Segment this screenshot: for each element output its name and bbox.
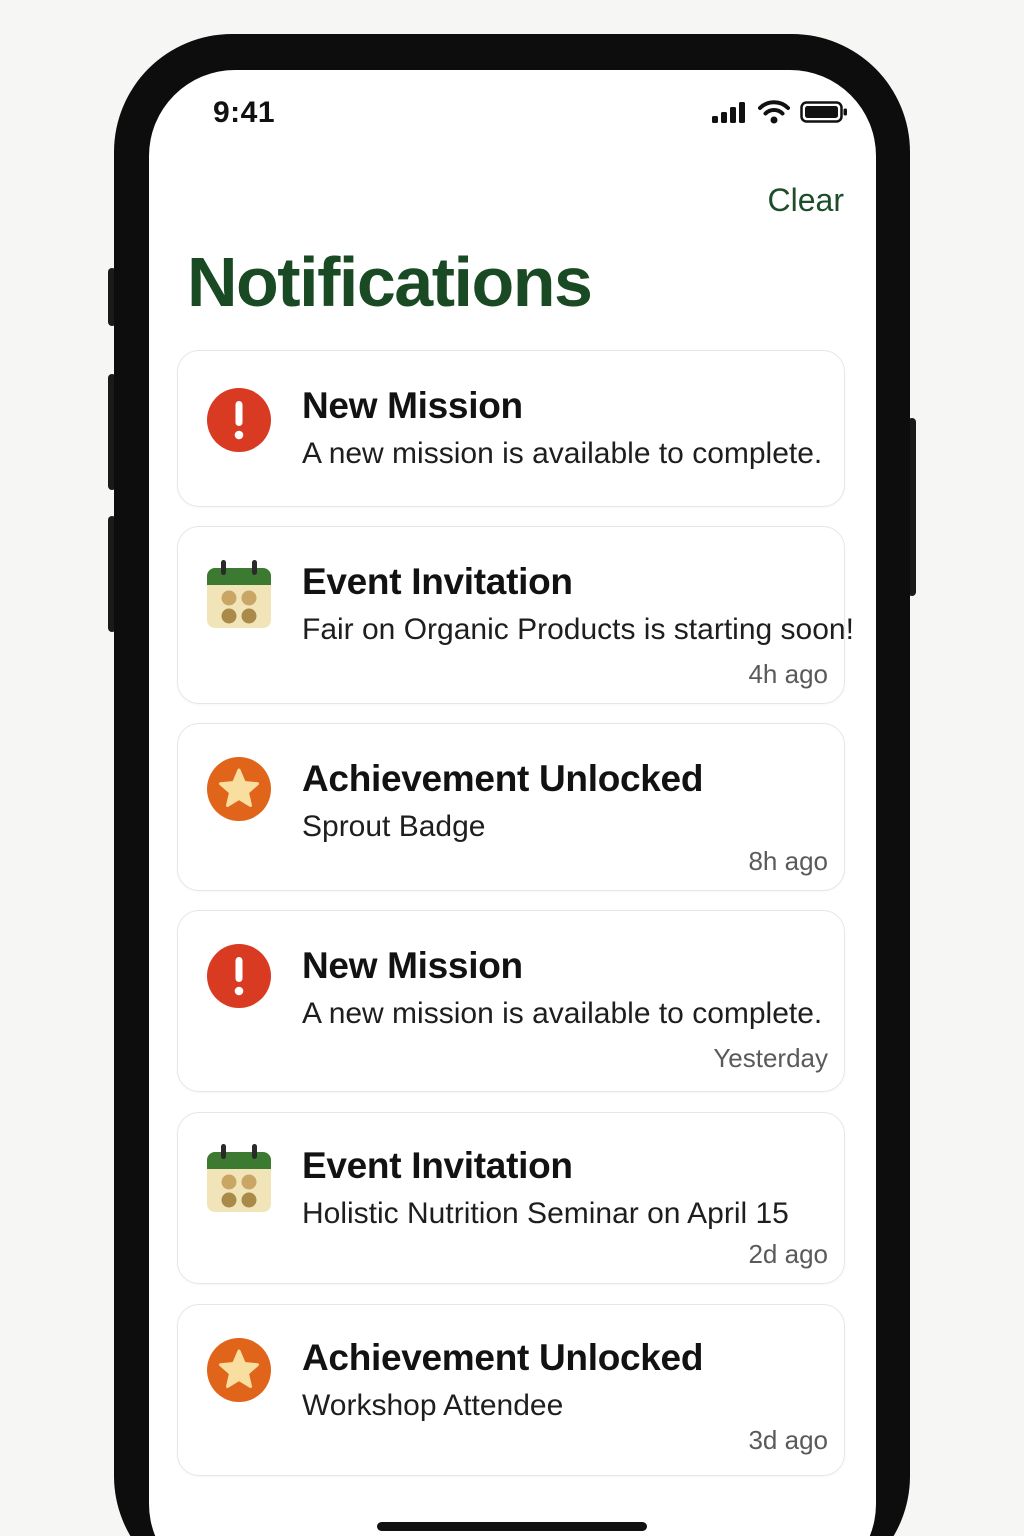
status-icons xyxy=(712,100,848,129)
battery-icon xyxy=(800,100,848,129)
notification-body: Fair on Organic Products is starting soo… xyxy=(302,613,854,646)
star-badge-icon xyxy=(206,1337,272,1403)
notification-card[interactable]: New Mission A new mission is available t… xyxy=(177,350,845,507)
star-badge-icon xyxy=(206,756,272,822)
notification-timestamp: 4h ago xyxy=(748,659,828,689)
notification-title: Achievement Unlocked xyxy=(302,758,704,799)
device-mockup: 9:41 Clear Notifications New Mission A n… xyxy=(0,0,1024,1536)
notification-body: Workshop Attendee xyxy=(302,1389,564,1422)
notification-title: Event Invitation xyxy=(302,561,573,602)
notification-body: Sprout Badge xyxy=(302,810,486,843)
wifi-icon xyxy=(758,100,790,129)
notification-timestamp: 8h ago xyxy=(748,846,828,876)
notification-card[interactable]: Achievement Unlocked Workshop Attendee 3… xyxy=(177,1304,845,1476)
home-indicator[interactable] xyxy=(377,1522,647,1531)
notification-timestamp: Yesterday xyxy=(713,1043,828,1073)
notification-title: Event Invitation xyxy=(302,1145,573,1186)
alert-icon xyxy=(206,387,272,453)
notification-card[interactable]: Achievement Unlocked Sprout Badge 8h ago xyxy=(177,723,845,891)
notification-title: New Mission xyxy=(302,945,523,986)
notification-card[interactable]: Event Invitation Holistic Nutrition Semi… xyxy=(177,1112,845,1284)
notification-timestamp: 3d ago xyxy=(748,1425,828,1455)
notification-title: New Mission xyxy=(302,385,523,426)
clear-button[interactable]: Clear xyxy=(768,182,844,219)
calendar-icon xyxy=(206,559,272,628)
notification-body: Holistic Nutrition Seminar on April 15 xyxy=(302,1197,789,1230)
notification-timestamp: 2d ago xyxy=(748,1239,828,1269)
notification-card[interactable]: New Mission A new mission is available t… xyxy=(177,910,845,1092)
notification-body: A new mission is available to complete. xyxy=(302,437,823,470)
notification-title: Achievement Unlocked xyxy=(302,1337,704,1378)
calendar-icon xyxy=(206,1143,272,1212)
cellular-signal-icon xyxy=(712,101,748,128)
notification-card[interactable]: Event Invitation Fair on Organic Product… xyxy=(177,526,854,704)
page-title: Notifications xyxy=(187,243,593,321)
alert-icon xyxy=(206,943,272,1009)
status-time: 9:41 xyxy=(213,96,276,129)
notification-body: A new mission is available to complete. xyxy=(302,997,823,1030)
phone-screen: 9:41 Clear Notifications New Mission A n… xyxy=(149,70,876,1536)
